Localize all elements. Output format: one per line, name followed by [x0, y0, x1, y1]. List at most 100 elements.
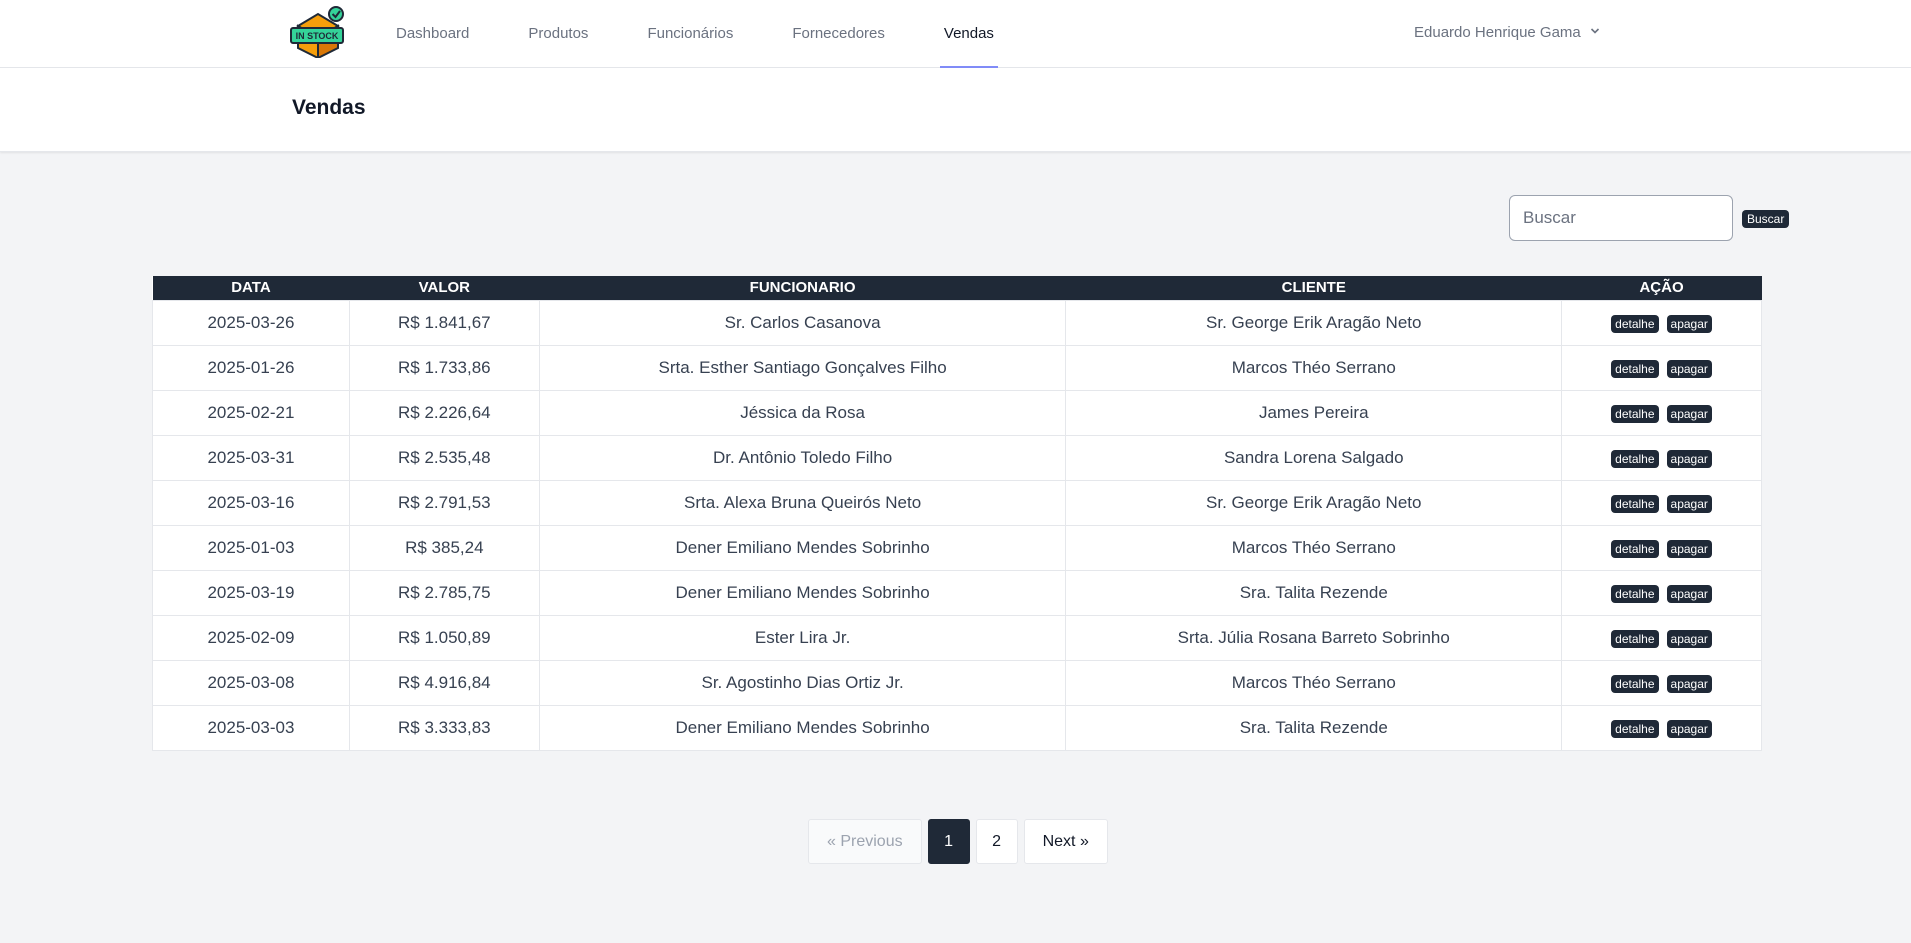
search-button[interactable]: Buscar: [1742, 210, 1790, 228]
detail-button[interactable]: detalhe: [1611, 404, 1659, 423]
cell-cliente: James Pereira: [1065, 389, 1563, 436]
cell-cliente: Marcos Théo Serrano: [1065, 659, 1563, 706]
cell-cliente: Sandra Lorena Salgado: [1065, 434, 1563, 481]
cell-valor: R$ 1.733,86: [348, 344, 540, 391]
table-row: 2025-01-26 R$ 1.733,86 Srta. Esther Santia…: [152, 344, 1762, 391]
cell-valor: R$ 4.916,84: [348, 659, 540, 706]
table-row: 2025-03-19 R$ 2.785,75 Dener Emiliano Mend…: [152, 569, 1762, 616]
nav-link-produtos[interactable]: Produtos: [524, 0, 592, 68]
user-menu[interactable]: Eduardo Henrique Gama: [1414, 22, 1601, 42]
search-input[interactable]: [1509, 195, 1733, 241]
previous-page-button[interactable]: « Previous: [808, 819, 922, 864]
column-header-data: DATA: [231, 279, 271, 297]
detail-button[interactable]: detalhe: [1611, 449, 1659, 468]
cell-data: 2025-03-16: [152, 479, 350, 526]
delete-button[interactable]: apagar: [1666, 449, 1712, 468]
cell-data: 2025-03-03: [152, 704, 350, 751]
cell-acao: detalhe apagar: [1561, 299, 1762, 346]
cell-valor: R$ 1.841,67: [348, 299, 540, 346]
sales-table: DATA VALOR FUNCIONARIO CLIENTE AÇÃO 2025…: [152, 276, 1762, 751]
cell-valor: R$ 2.226,64: [348, 389, 540, 436]
cell-funcionario: Jéssica da Rosa: [538, 389, 1067, 436]
cell-cliente: Sra. Talita Rezende: [1065, 569, 1563, 616]
table-row: 2025-03-26 R$ 1.841,67 Sr. Carlos Casanova…: [152, 299, 1762, 346]
delete-button[interactable]: apagar: [1666, 584, 1712, 603]
cell-acao: detalhe apagar: [1561, 524, 1762, 571]
table-row: 2025-02-21 R$ 2.226,64 Jéssica da Rosa Jame…: [152, 389, 1762, 436]
cell-data: 2025-01-26: [152, 344, 350, 391]
cell-acao: detalhe apagar: [1561, 479, 1762, 526]
page-1-button[interactable]: 1: [927, 819, 970, 864]
cell-cliente: Marcos Théo Serrano: [1065, 344, 1563, 391]
cell-valor: R$ 1.050,89: [348, 614, 540, 661]
detail-button[interactable]: detalhe: [1611, 584, 1659, 603]
cell-funcionario: Ester Lira Jr.: [538, 614, 1067, 661]
delete-button[interactable]: apagar: [1666, 359, 1712, 378]
cell-acao: detalhe apagar: [1561, 704, 1762, 751]
cell-data: 2025-02-21: [152, 389, 350, 436]
table-row: 2025-03-03 R$ 3.333,83 Dener Emiliano Mend…: [152, 704, 1762, 751]
logo-text: IN STOCK: [296, 31, 339, 41]
column-header-cliente: CLIENTE: [1281, 279, 1346, 297]
detail-button[interactable]: detalhe: [1611, 494, 1659, 513]
cell-acao: detalhe apagar: [1561, 614, 1762, 661]
nav-links: Dashboard Produtos Funcionários Forneced…: [392, 0, 1049, 68]
cell-valor: R$ 2.791,53: [348, 479, 540, 526]
detail-button[interactable]: detalhe: [1611, 314, 1659, 333]
cell-cliente: Sr. George Erik Aragão Neto: [1065, 299, 1563, 346]
cell-funcionario: Dener Emiliano Mendes Sobrinho: [538, 569, 1067, 616]
pagination: « Previous 1 2 Next »: [808, 819, 1108, 864]
nav-link-vendas[interactable]: Vendas: [939, 0, 998, 68]
page-header: Vendas: [0, 68, 1911, 152]
cell-acao: detalhe apagar: [1561, 569, 1762, 616]
delete-button[interactable]: apagar: [1666, 539, 1712, 558]
column-header-valor: VALOR: [418, 279, 471, 297]
table-row: 2025-03-16 R$ 2.791,53 Srta. Alexa Bruna Q…: [152, 479, 1762, 526]
table-row: 2025-03-31 R$ 2.535,48 Dr. Antônio Toledo …: [152, 434, 1762, 481]
instock-logo[interactable]: IN STOCK: [290, 6, 346, 60]
table-row: 2025-02-09 R$ 1.050,89 Ester Lira Jr. Srta.…: [152, 614, 1762, 661]
nav-link-fornecedores[interactable]: Fornecedores: [788, 0, 889, 68]
cell-acao: detalhe apagar: [1561, 659, 1762, 706]
detail-button[interactable]: detalhe: [1611, 629, 1659, 648]
cell-funcionario: Sr. Agostinho Dias Ortiz Jr.: [538, 659, 1067, 706]
delete-button[interactable]: apagar: [1666, 494, 1712, 513]
cell-data: 2025-03-31: [152, 434, 350, 481]
cell-data: 2025-03-26: [152, 299, 350, 346]
cell-cliente: Marcos Théo Serrano: [1065, 524, 1563, 571]
page-2-button[interactable]: 2: [975, 819, 1018, 864]
detail-button[interactable]: detalhe: [1611, 674, 1659, 693]
delete-button[interactable]: apagar: [1666, 719, 1712, 738]
delete-button[interactable]: apagar: [1666, 629, 1712, 648]
detail-button[interactable]: detalhe: [1611, 359, 1659, 378]
cell-data: 2025-03-08: [152, 659, 350, 706]
column-header-funcionario: FUNCIONARIO: [749, 279, 856, 297]
nav-link-funcionarios[interactable]: Funcionários: [643, 0, 737, 68]
cell-funcionario: Srta. Alexa Bruna Queirós Neto: [538, 479, 1067, 526]
cell-cliente: Sr. George Erik Aragão Neto: [1065, 479, 1563, 526]
cell-data: 2025-01-03: [152, 524, 350, 571]
chevron-down-icon: [1589, 24, 1601, 41]
table-row: 2025-01-03 R$ 385,24 Dener Emiliano Mendes…: [152, 524, 1762, 571]
cell-valor: R$ 2.535,48: [348, 434, 540, 481]
nav-link-dashboard[interactable]: Dashboard: [392, 0, 473, 68]
cell-cliente: Srta. Júlia Rosana Barreto Sobrinho: [1065, 614, 1563, 661]
table-row: 2025-03-08 R$ 4.916,84 Sr. Agostinho Dias …: [152, 659, 1762, 706]
cell-funcionario: Sr. Carlos Casanova: [538, 299, 1067, 346]
detail-button[interactable]: detalhe: [1611, 539, 1659, 558]
cell-funcionario: Dener Emiliano Mendes Sobrinho: [538, 524, 1067, 571]
table-header-row: DATA VALOR FUNCIONARIO CLIENTE AÇÃO: [152, 276, 1762, 300]
cell-funcionario: Dener Emiliano Mendes Sobrinho: [538, 704, 1067, 751]
top-nav: IN STOCK Dashboard Produtos Funcionários…: [0, 0, 1911, 68]
delete-button[interactable]: apagar: [1666, 674, 1712, 693]
user-name: Eduardo Henrique Gama: [1414, 23, 1581, 41]
page-title: Vendas: [292, 96, 366, 119]
cell-acao: detalhe apagar: [1561, 434, 1762, 481]
delete-button[interactable]: apagar: [1666, 404, 1712, 423]
cell-valor: R$ 3.333,83: [348, 704, 540, 751]
detail-button[interactable]: detalhe: [1611, 719, 1659, 738]
cell-valor: R$ 385,24: [348, 524, 540, 571]
delete-button[interactable]: apagar: [1666, 314, 1712, 333]
next-page-button[interactable]: Next »: [1023, 819, 1108, 864]
cell-acao: detalhe apagar: [1561, 344, 1762, 391]
